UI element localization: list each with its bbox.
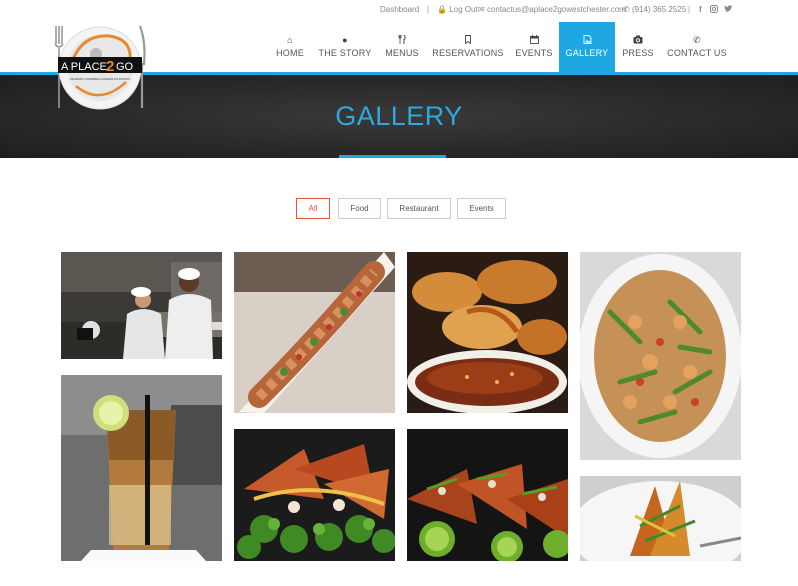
phone-link[interactable]: ✆ (914) 365 2525: [623, 5, 686, 14]
nav-home[interactable]: ⌂ HOME: [270, 22, 310, 72]
bookmark-icon: [432, 35, 504, 45]
filter-restaurant-button[interactable]: Restaurant: [387, 198, 451, 219]
nav-press-label: PRESS: [622, 48, 654, 58]
nav-gallery[interactable]: GALLERY: [559, 22, 615, 72]
gallery-item-crispy-wontons-photo[interactable]: [234, 429, 395, 561]
nav-the-story[interactable]: ● THE STORY: [318, 22, 372, 72]
title-underline: [339, 155, 446, 158]
gallery-item-shrimp-platter-photo[interactable]: [234, 252, 395, 413]
phone-label: (914) 365 2525: [631, 5, 687, 14]
logo-tagline: MODERN CARIBBEAN AMERICAN BISTRO: [70, 77, 131, 81]
nav-menus-label: MENUS: [385, 48, 419, 58]
top-utility-bar: Dashboard | 🔒 Log Out ✉ contactus@aplace…: [0, 0, 798, 20]
nav-events-label: EVENTS: [515, 48, 553, 58]
logo-text-go: GO: [116, 61, 134, 73]
filter-events-button[interactable]: Events: [457, 198, 506, 219]
nav-home-label: HOME: [276, 48, 304, 58]
logout-link[interactable]: 🔒 Log Out: [437, 5, 478, 14]
gallery-item-pasta-salad-photo[interactable]: [580, 252, 741, 460]
filter-all-button[interactable]: All: [296, 198, 330, 219]
instagram-icon[interactable]: [710, 5, 718, 15]
nav-reservations[interactable]: RESERVATIONS: [432, 22, 504, 72]
phone-icon: ✆: [693, 35, 701, 45]
twitter-icon[interactable]: [724, 5, 733, 15]
nav-contact-us-label: CONTACT US: [667, 48, 727, 58]
filter-food-button[interactable]: Food: [338, 198, 381, 219]
logo-text: A PLACE: [61, 61, 107, 73]
nav-the-story-label: THE STORY: [318, 48, 372, 58]
home-icon: ⌂: [287, 35, 293, 45]
image-icon: [559, 35, 615, 45]
cutlery-icon: [381, 34, 423, 45]
phone-icon: ✆: [623, 5, 630, 14]
gallery-item-iced-tea-drink-photo[interactable]: [61, 375, 222, 561]
nav-gallery-label: GALLERY: [565, 48, 609, 58]
topbar-separator: |: [688, 5, 691, 14]
logo-number: 2: [106, 58, 114, 75]
gallery-item-fried-shrimp-sauce-photo[interactable]: [407, 252, 568, 413]
nav-events[interactable]: EVENTS: [513, 22, 555, 72]
envelope-icon: ✉: [478, 5, 485, 14]
gallery-item-tacos-with-lime-photo[interactable]: [407, 429, 568, 561]
email-label: contactus@aplace2gowestchester.com: [486, 5, 626, 14]
nav-menus[interactable]: MENUS: [381, 22, 423, 72]
gallery-item-chefs-in-kitchen-photo[interactable]: [61, 252, 222, 359]
logout-label: Log Out: [449, 5, 478, 14]
gallery-item-plated-dish-photo[interactable]: [580, 476, 741, 561]
nav-press[interactable]: PRESS: [621, 22, 655, 72]
circle-icon: ●: [342, 35, 348, 45]
dashboard-link[interactable]: Dashboard: [380, 5, 419, 14]
nav-contact-us[interactable]: ✆ CONTACT US: [666, 22, 728, 72]
calendar-icon: [513, 35, 555, 45]
camera-icon: [621, 35, 655, 45]
facebook-icon[interactable]: f: [699, 5, 702, 14]
lock-icon: 🔒: [437, 5, 447, 14]
nav-reservations-label: RESERVATIONS: [432, 48, 504, 58]
topbar-separator: |: [427, 5, 430, 14]
email-link[interactable]: ✉ contactus@aplace2gowestchester.com: [478, 5, 626, 14]
site-logo[interactable]: A PLACE 2 GO MODERN CARIBBEAN AMERICAN B…: [52, 24, 148, 110]
